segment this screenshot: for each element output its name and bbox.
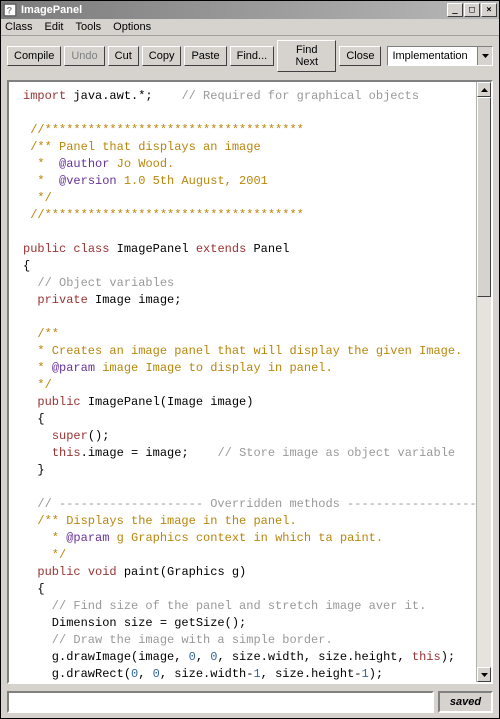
menu-options[interactable]: Options: [113, 21, 151, 33]
find-next-button[interactable]: Find Next: [277, 40, 336, 72]
titlebar[interactable]: ? ImagePanel _ □ ×: [1, 1, 499, 19]
statusbar: saved: [1, 688, 499, 718]
cut-button[interactable]: Cut: [108, 46, 139, 66]
scroll-up-icon[interactable]: [477, 82, 491, 97]
compile-button[interactable]: Compile: [7, 46, 61, 66]
scroll-down-icon[interactable]: [477, 667, 491, 682]
close-button[interactable]: Close: [339, 46, 381, 66]
vertical-scrollbar[interactable]: [476, 82, 491, 682]
maximize-button[interactable]: □: [464, 3, 480, 17]
undo-button[interactable]: Undo: [64, 46, 104, 66]
window-title: ImagePanel: [21, 4, 447, 16]
app-window: ? ImagePanel _ □ × Class Edit Tools Opti…: [0, 0, 500, 719]
scroll-track[interactable]: [477, 97, 491, 667]
menu-edit[interactable]: Edit: [45, 21, 64, 33]
app-icon: ?: [3, 3, 17, 17]
find-button[interactable]: Find...: [230, 46, 275, 66]
view-select-value: Implementation: [388, 47, 477, 65]
menu-class[interactable]: Class: [5, 21, 33, 33]
code-editor[interactable]: import java.awt.*; // Required for graph…: [9, 82, 476, 682]
toolbar: Compile Undo Cut Copy Paste Find... Find…: [1, 36, 499, 76]
menu-tools[interactable]: Tools: [75, 21, 101, 33]
editor-area: import java.awt.*; // Required for graph…: [7, 80, 493, 684]
paste-button[interactable]: Paste: [184, 46, 226, 66]
scroll-thumb[interactable]: [477, 97, 491, 297]
close-window-button[interactable]: ×: [481, 3, 497, 17]
svg-text:?: ?: [7, 6, 13, 16]
view-select[interactable]: Implementation: [387, 46, 493, 66]
status-saved: saved: [438, 691, 493, 713]
menubar: Class Edit Tools Options: [1, 19, 499, 36]
minimize-button[interactable]: _: [447, 3, 463, 17]
status-input[interactable]: [7, 691, 434, 713]
chevron-down-icon[interactable]: [477, 47, 492, 65]
copy-button[interactable]: Copy: [142, 46, 182, 66]
